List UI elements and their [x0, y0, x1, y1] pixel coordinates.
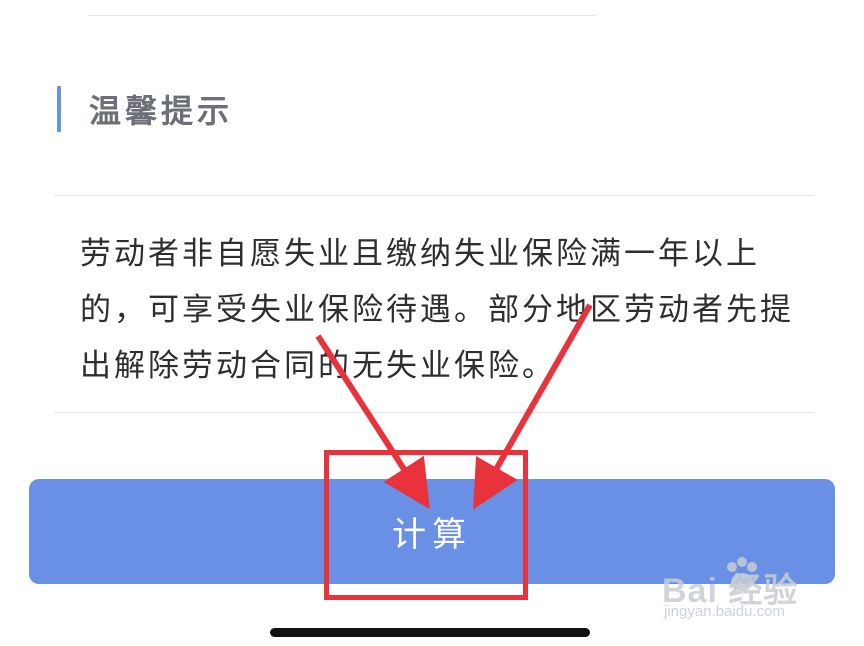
- top-divider: [88, 15, 596, 16]
- header-divider: [54, 195, 814, 196]
- section-header: 温馨提示: [57, 86, 233, 132]
- tips-screen: 温馨提示 劳动者非自愿失业且缴纳失业保险满一年以上的，可享受失业保险待遇。部分地…: [0, 0, 864, 646]
- tip-text: 劳动者非自愿失业且缴纳失业保险满一年以上的，可享受失业保险待遇。部分地区劳动者先…: [80, 236, 794, 384]
- home-indicator[interactable]: [270, 628, 590, 637]
- watermark-url: jingyan.baidu.com: [664, 603, 785, 620]
- content-divider: [54, 412, 814, 413]
- calculate-button[interactable]: 计算: [29, 479, 835, 584]
- section-title: 温馨提示: [89, 92, 234, 130]
- section-accent-bar: [57, 86, 61, 132]
